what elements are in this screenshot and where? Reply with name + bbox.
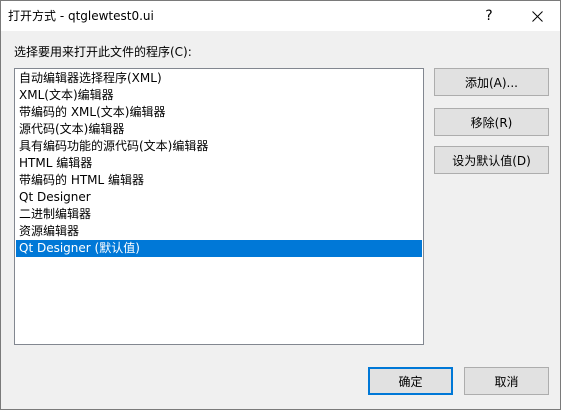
remove-button[interactable]: 移除(R): [434, 108, 549, 136]
program-list-item[interactable]: 自动编辑器选择程序(XML): [16, 70, 422, 87]
close-icon: [531, 10, 543, 22]
program-list-item-selected[interactable]: Qt Designer (默认值): [16, 240, 422, 257]
cancel-button[interactable]: 取消: [464, 367, 549, 395]
add-button[interactable]: 添加(A)...: [434, 68, 549, 96]
program-list-item[interactable]: 二进制编辑器: [16, 206, 422, 223]
program-list-item[interactable]: 带编码的 HTML 编辑器: [16, 172, 422, 189]
program-list-item[interactable]: 具有编码功能的源代码(文本)编辑器: [16, 138, 422, 155]
close-button[interactable]: [515, 1, 559, 31]
title-bar: 打开方式 - qtglewtest0.ui ?: [1, 1, 560, 31]
program-list-item[interactable]: HTML 编辑器: [16, 155, 422, 172]
set-default-button[interactable]: 设为默认值(D): [434, 146, 549, 174]
help-button[interactable]: ?: [467, 1, 511, 31]
program-list-label: 选择要用来打开此文件的程序(C):: [14, 45, 192, 59]
program-list-item[interactable]: XML(文本)编辑器: [16, 87, 422, 104]
program-list-item[interactable]: Qt Designer: [16, 189, 422, 206]
window-title: 打开方式 - qtglewtest0.ui: [8, 9, 154, 23]
open-with-dialog: 打开方式 - qtglewtest0.ui ? 选择要用来打开此文件的程序(C)…: [0, 0, 561, 410]
program-list-item[interactable]: 源代码(文本)编辑器: [16, 121, 422, 138]
program-listbox[interactable]: 自动编辑器选择程序(XML) XML(文本)编辑器 带编码的 XML(文本)编辑…: [14, 68, 424, 345]
program-list-item[interactable]: 带编码的 XML(文本)编辑器: [16, 104, 422, 121]
program-list-item[interactable]: 资源编辑器: [16, 223, 422, 240]
ok-button[interactable]: 确定: [368, 367, 453, 395]
